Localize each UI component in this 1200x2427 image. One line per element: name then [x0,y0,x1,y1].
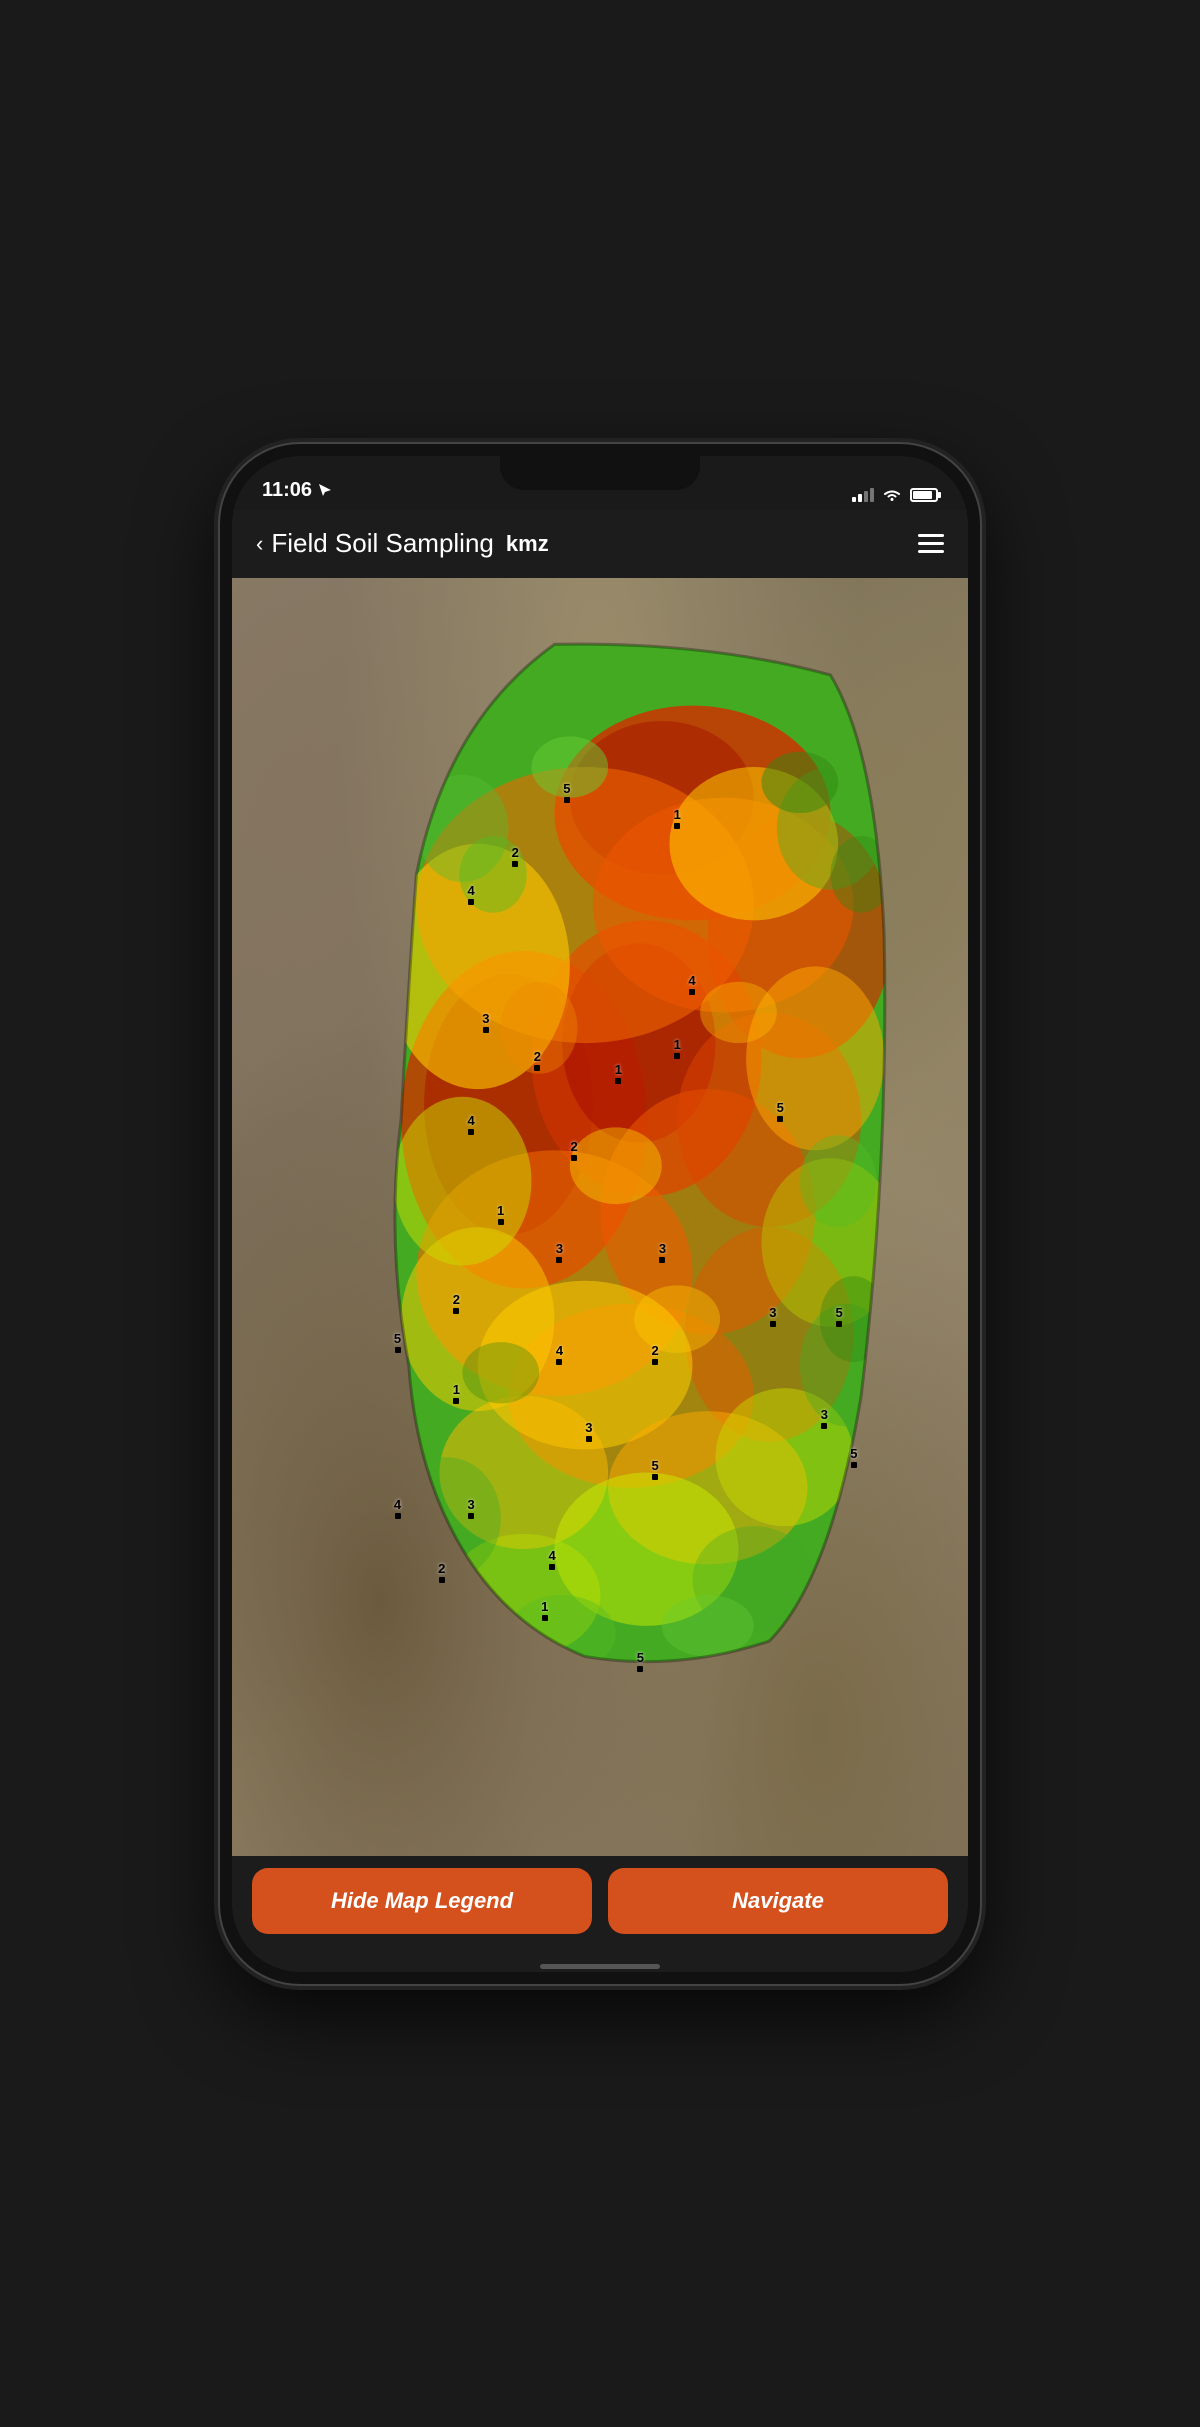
status-time-group: 11:06 [262,479,332,502]
sample-point: 3 [556,1242,563,1263]
sample-point: 3 [769,1306,776,1327]
sample-point: 4 [556,1344,563,1365]
sample-point: 3 [468,1498,475,1519]
hide-legend-button[interactable]: Hide Map Legend [252,1868,592,1934]
menu-button[interactable] [918,534,944,553]
sample-point: 3 [482,1012,489,1033]
sample-point: 5 [637,1651,644,1672]
hamburger-line-2 [918,542,944,545]
status-icons [852,488,938,502]
signal-bar-4 [870,488,874,502]
hamburger-menu-icon [918,534,944,553]
sample-point: 2 [652,1344,659,1365]
sample-point: 5 [850,1447,857,1468]
battery-fill [913,491,932,499]
signal-bar-3 [864,491,868,502]
navigate-button[interactable]: Navigate [608,1868,948,1934]
back-button[interactable]: ‹ [256,531,263,557]
signal-strength-icon [852,488,874,502]
sample-point: 2 [438,1562,445,1583]
sample-point: 1 [541,1600,548,1621]
file-type-badge: kmz [506,531,549,557]
page-title: Field Soil Sampling [271,528,494,559]
sample-point: 5 [394,1332,401,1353]
sample-point: 5 [563,782,570,803]
sample-point: 2 [571,1140,578,1161]
sample-point: 2 [453,1293,460,1314]
sample-point: 4 [688,974,695,995]
home-indicator [232,1966,968,1972]
screen: 11:06 [232,456,968,1972]
sample-point: 3 [585,1421,592,1442]
signal-bar-2 [858,494,862,502]
sample-point: 4 [394,1498,401,1519]
sample-point: 2 [534,1050,541,1071]
notch [500,456,700,490]
bottom-action-bar: Hide Map Legend Navigate [232,1856,968,1966]
map-view[interactable]: 1 2 4 5 4 1 3 2 1 4 2 5 1 3 3 2 4 2 3 5 1 3 5 3 5 5 4 3 4 2 1 5 [232,578,968,1856]
time-display: 11:06 [262,479,312,502]
sample-point: 4 [468,1114,475,1135]
nav-title-group: Field Soil Sampling kmz [271,528,918,559]
hamburger-line-3 [918,550,944,553]
sample-point: 1 [674,808,681,829]
home-bar [540,1964,660,1969]
phone-frame: 11:06 [220,444,980,1984]
sample-point: 1 [615,1063,622,1084]
sample-point: 3 [821,1408,828,1429]
nav-bar: ‹ Field Soil Sampling kmz [232,510,968,578]
sample-point: 5 [777,1101,784,1122]
sample-point: 3 [659,1242,666,1263]
sample-point: 4 [468,884,475,905]
sample-point: 5 [652,1459,659,1480]
battery-icon [910,488,938,502]
wifi-icon [882,488,902,502]
sample-point: 4 [548,1549,555,1570]
sample-point: 1 [674,1038,681,1059]
sample-point: 1 [453,1383,460,1404]
sample-point: 5 [836,1306,843,1327]
sample-point: 2 [512,846,519,867]
sample-point: 1 [497,1204,504,1225]
location-arrow-icon [318,483,332,497]
back-chevron-icon: ‹ [256,531,263,557]
heatmap-overlay [276,629,894,1703]
hamburger-line-1 [918,534,944,537]
signal-bar-1 [852,497,856,502]
